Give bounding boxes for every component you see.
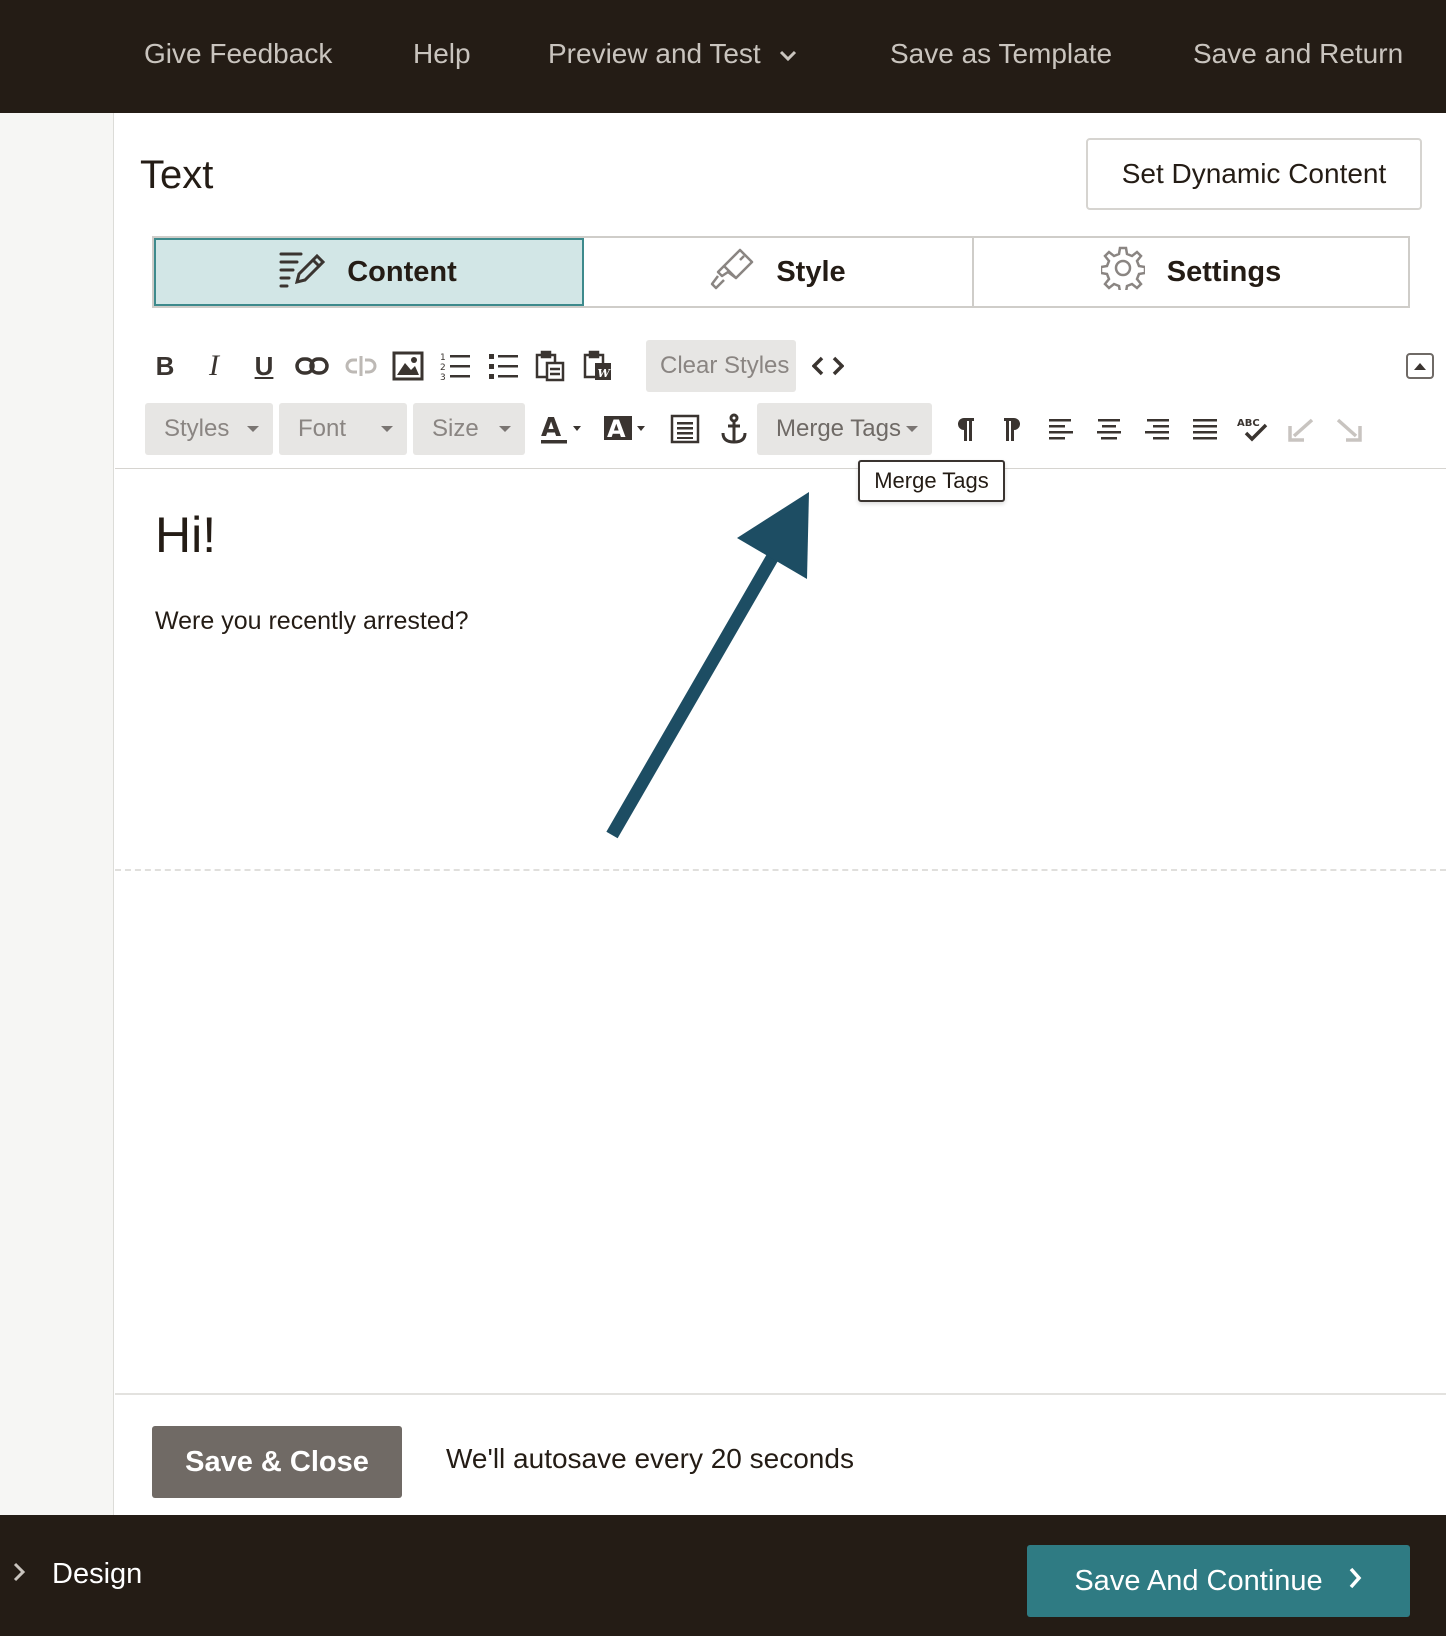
save-as-template-link[interactable]: Save as Template bbox=[890, 0, 1112, 113]
text-block-editor-panel: Text Set Dynamic Content Content Style S… bbox=[115, 113, 1446, 1515]
autosave-note: We'll autosave every 20 seconds bbox=[446, 1443, 854, 1474]
annotation-arrow-icon bbox=[606, 492, 809, 839]
chevron-down-icon bbox=[779, 0, 797, 107]
bottom-bar: Design Save And Continue bbox=[0, 1515, 1446, 1636]
preview-and-test-label: Preview and Test bbox=[548, 38, 761, 69]
chevron-right-icon bbox=[1323, 1565, 1363, 1598]
chevron-right-icon bbox=[12, 1561, 26, 1588]
footer-divider bbox=[115, 1393, 1446, 1395]
help-link[interactable]: Help bbox=[413, 0, 471, 113]
save-and-continue-label: Save And Continue bbox=[1074, 1564, 1323, 1597]
design-toggle[interactable]: Design bbox=[12, 1549, 142, 1599]
give-feedback-link[interactable]: Give Feedback bbox=[144, 0, 332, 113]
preview-and-test-menu[interactable]: Preview and Test bbox=[548, 0, 797, 113]
save-and-return-link[interactable]: Save and Return bbox=[1193, 0, 1403, 113]
left-gutter bbox=[0, 113, 114, 1515]
top-navigation: Give Feedback Help Preview and Test Save… bbox=[0, 0, 1446, 113]
save-and-continue-button[interactable]: Save And Continue bbox=[1027, 1545, 1410, 1617]
save-close-button[interactable]: Save & Close bbox=[152, 1426, 402, 1498]
design-label: Design bbox=[52, 1557, 143, 1590]
